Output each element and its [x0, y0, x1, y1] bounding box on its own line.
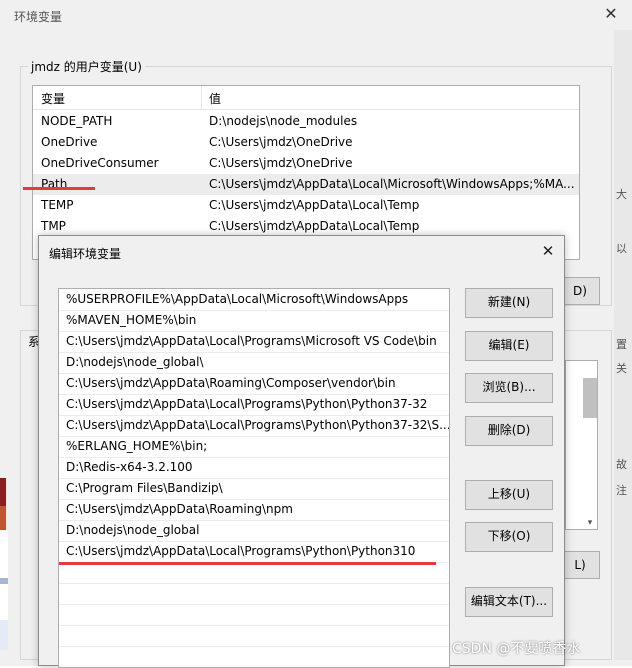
edit-text-button[interactable]: 编辑文本(T)...: [465, 587, 553, 617]
empty-row[interactable]: [59, 562, 449, 584]
empty-row[interactable]: [59, 583, 449, 605]
empty-row[interactable]: [59, 625, 449, 647]
empty-row[interactable]: [59, 646, 449, 667]
var-value: C:\Users\jmdz\AppData\Local\Microsoft\Wi…: [209, 177, 575, 191]
column-divider[interactable]: [201, 86, 202, 110]
path-entry-text: %USERPROFILE%\AppData\Local\Microsoft\Wi…: [66, 292, 409, 306]
path-entry-text: C:\Users\jmdz\AppData\Local\Programs\Pyt…: [66, 544, 416, 558]
column-header-value[interactable]: 值: [209, 90, 221, 107]
path-entry[interactable]: D:\Redis-x64-3.2.100: [59, 457, 449, 479]
strip-text: 以: [616, 242, 627, 255]
path-entry-text: C:\Users\jmdz\AppData\Local\Programs\Pyt…: [66, 397, 428, 411]
scroll-down-icon[interactable]: ▾: [583, 518, 597, 528]
list-header: 变量 值: [33, 86, 579, 110]
var-name: OneDriveConsumer: [41, 156, 159, 170]
var-value: C:\Users\jmdz\OneDrive: [209, 156, 353, 170]
path-entry[interactable]: C:\Users\jmdz\AppData\Roaming\npm: [59, 499, 449, 521]
user-var-row-onedriveconsumer[interactable]: OneDriveConsumer C:\Users\jmdz\OneDrive: [33, 153, 579, 174]
path-entry-text: D:\Redis-x64-3.2.100: [66, 460, 193, 474]
user-variables-label: jmdz 的用户变量(U): [28, 58, 145, 75]
close-icon[interactable]: ✕: [602, 4, 620, 24]
dialog-title: 编辑环境变量: [49, 247, 122, 261]
move-up-button[interactable]: 上移(U): [465, 480, 553, 510]
browse-button[interactable]: 浏览(B)...: [465, 373, 553, 403]
path-entry[interactable]: C:\Users\jmdz\AppData\Roaming\Composer\v…: [59, 373, 449, 395]
strip-text: 置: [616, 338, 627, 351]
background-button-fragment[interactable]: L): [560, 551, 600, 579]
path-entry[interactable]: %ERLANG_HOME%\bin;: [59, 436, 449, 458]
user-var-row-node-path[interactable]: NODE_PATH D:\nodejs\node_modules: [33, 111, 579, 132]
background-delete-button-fragment[interactable]: D): [560, 277, 600, 305]
strip-text: 故: [616, 458, 627, 471]
user-var-row-tmp[interactable]: TMP C:\Users\jmdz\AppData\Local\Temp: [33, 216, 579, 237]
path-entry[interactable]: %USERPROFILE%\AppData\Local\Microsoft\Wi…: [59, 289, 449, 311]
strip-text: 关: [616, 362, 627, 375]
path-entry-text: %ERLANG_HOME%\bin;: [66, 439, 208, 453]
var-value: C:\Users\jmdz\AppData\Local\Temp: [209, 198, 420, 212]
path-entry[interactable]: C:\Users\jmdz\AppData\Local\Programs\Pyt…: [59, 394, 449, 416]
edit-environment-variable-dialog: 编辑环境变量 ✕ %USERPROFILE%\AppData\Local\Mic…: [38, 235, 565, 668]
strip-text: 注: [616, 484, 627, 497]
strip-text: 大: [616, 188, 627, 201]
desktop-fragment: [0, 530, 8, 620]
column-header-name[interactable]: 变量: [41, 90, 65, 107]
var-value: C:\Users\jmdz\OneDrive: [209, 135, 353, 149]
background-window-strip: 大 以 置 关 故 注: [614, 30, 632, 660]
edit-button[interactable]: 编辑(E): [465, 331, 553, 361]
annotation-underline-path: [23, 187, 95, 190]
desktop-fragment: [0, 506, 6, 530]
move-down-button[interactable]: 下移(O): [465, 522, 553, 552]
delete-button[interactable]: 删除(D): [465, 416, 553, 446]
path-entry[interactable]: C:\Users\jmdz\AppData\Local\Programs\Pyt…: [59, 415, 449, 437]
var-name: NODE_PATH: [41, 114, 113, 128]
annotation-underline-python310: [59, 562, 436, 565]
path-entry-text: C:\Users\jmdz\AppData\Roaming\npm: [66, 502, 293, 516]
var-value: D:\nodejs\node_modules: [209, 114, 358, 128]
path-entry[interactable]: D:\nodejs\node_global\: [59, 352, 449, 374]
empty-row[interactable]: [59, 604, 449, 626]
path-entry[interactable]: C:\Program Files\Bandizip\: [59, 478, 449, 500]
var-name: TMP: [41, 219, 66, 233]
watermark: CSDN @不要喷香水: [452, 641, 581, 657]
user-variables-list[interactable]: 变量 值 NODE_PATH D:\nodejs\node_modules On…: [32, 85, 580, 260]
user-var-row-onedrive[interactable]: OneDrive C:\Users\jmdz\OneDrive: [33, 132, 579, 153]
path-entry-text: C:\Users\jmdz\AppData\Local\Programs\Pyt…: [66, 418, 450, 432]
desktop-fragment: [0, 478, 6, 506]
path-entry[interactable]: %MAVEN_HOME%\bin: [59, 310, 449, 332]
scrollbar-thumb[interactable]: [583, 378, 597, 418]
var-name: OneDrive: [41, 135, 98, 149]
path-entry-text: D:\nodejs\node_global: [66, 523, 200, 537]
desktop-fragment: [0, 578, 8, 584]
path-entry[interactable]: C:\Users\jmdz\AppData\Local\Programs\Pyt…: [59, 541, 449, 563]
var-name: TEMP: [41, 198, 74, 212]
user-var-row-path[interactable]: Path C:\Users\jmdz\AppData\Local\Microso…: [33, 174, 579, 195]
path-entry-text: C:\Program Files\Bandizip\: [66, 481, 223, 495]
desktop-fragment: [0, 620, 8, 650]
close-icon[interactable]: ✕: [537, 240, 559, 262]
path-entry-text: C:\Users\jmdz\AppData\Local\Programs\Mic…: [66, 334, 437, 348]
path-entry-text: C:\Users\jmdz\AppData\Roaming\Composer\v…: [66, 376, 396, 390]
user-var-row-temp[interactable]: TEMP C:\Users\jmdz\AppData\Local\Temp: [33, 195, 579, 216]
window-title: 环境变量: [14, 10, 63, 24]
path-entry-text: %MAVEN_HOME%\bin: [66, 313, 197, 327]
var-value: C:\Users\jmdz\AppData\Local\Temp: [209, 219, 420, 233]
path-entry-text: D:\nodejs\node_global\: [66, 355, 204, 369]
new-button[interactable]: 新建(N): [465, 288, 553, 318]
path-entries-list[interactable]: %USERPROFILE%\AppData\Local\Microsoft\Wi…: [58, 288, 450, 668]
path-entry[interactable]: C:\Users\jmdz\AppData\Local\Programs\Mic…: [59, 331, 449, 353]
path-entry[interactable]: D:\nodejs\node_global: [59, 520, 449, 542]
